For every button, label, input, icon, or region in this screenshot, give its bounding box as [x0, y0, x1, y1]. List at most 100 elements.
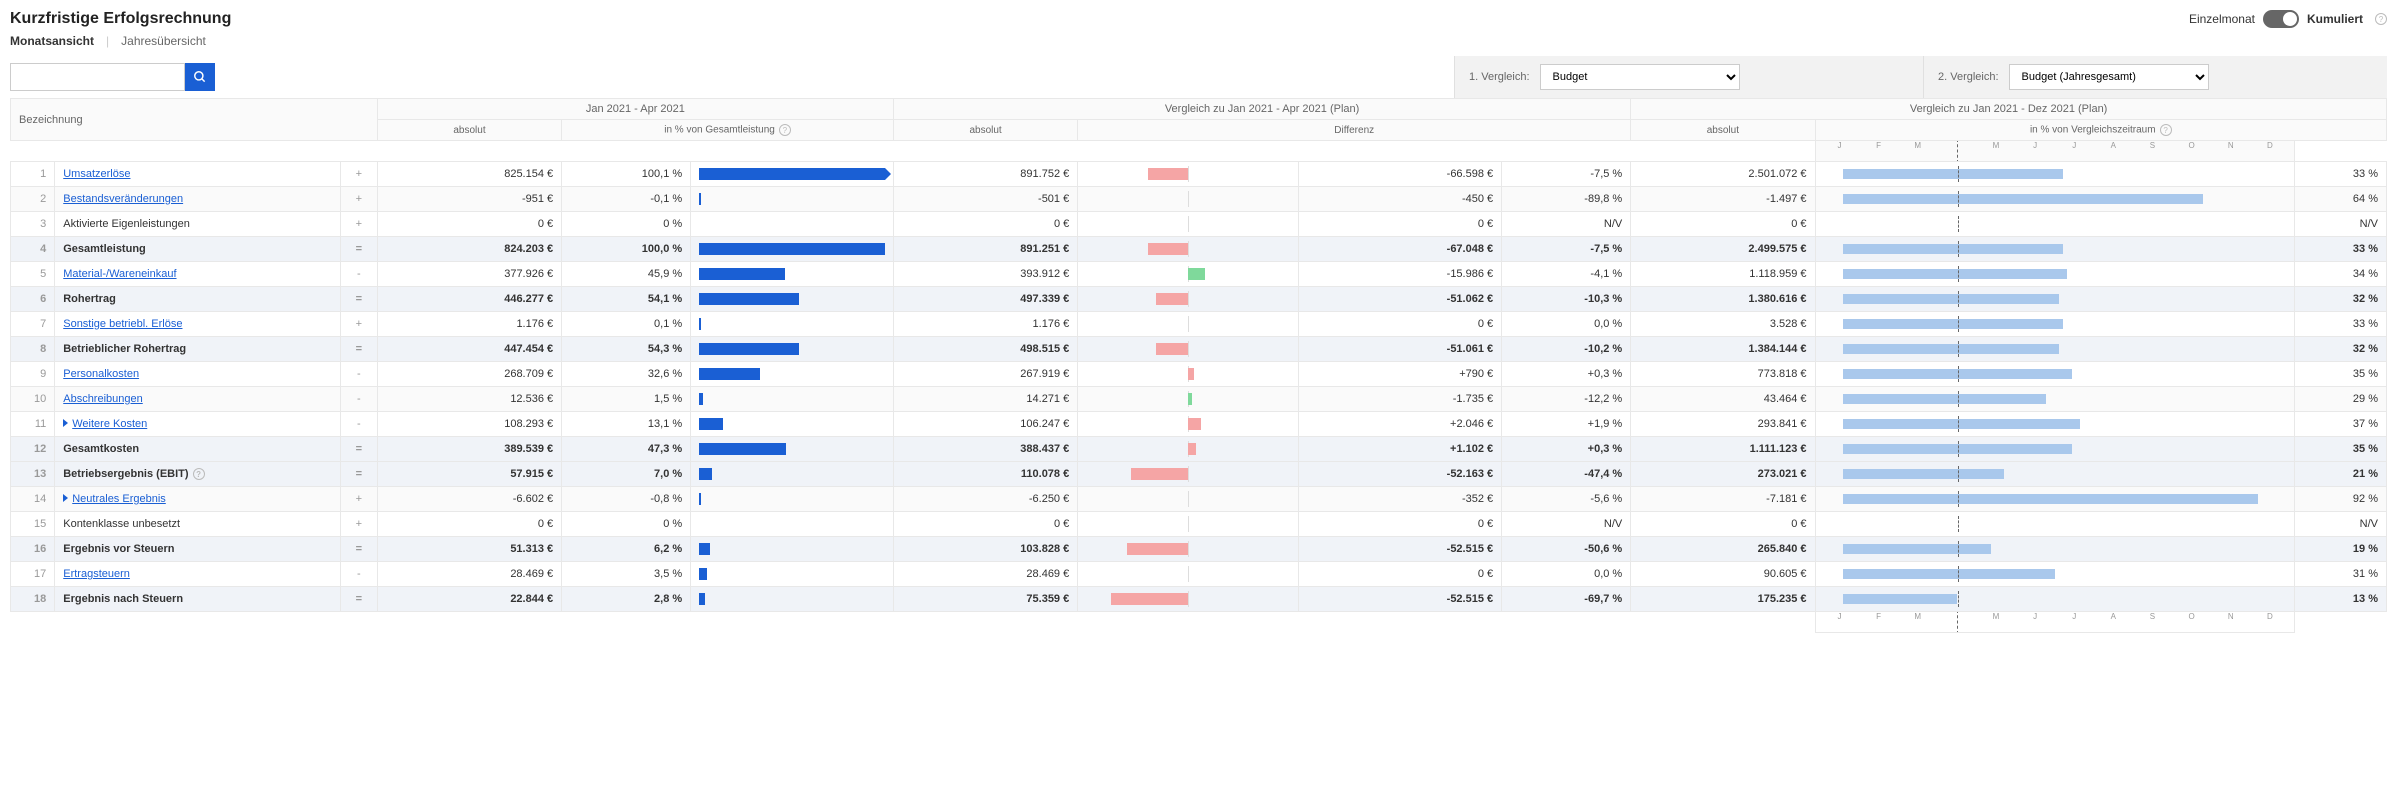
expand-icon[interactable]: [63, 419, 68, 427]
pct-value: 45,9 %: [562, 262, 691, 287]
diff-bar: [1078, 237, 1299, 262]
table-row: 1Umsatzerlöse+825.154 €100,1 %891.752 €-…: [11, 162, 2387, 187]
results-table: Bezeichnung Jan 2021 - Apr 2021 Vergleic…: [10, 98, 2387, 633]
row-name: Aktivierte Eigenleistungen: [55, 212, 341, 237]
search-group: [10, 63, 215, 91]
cmp1-absolute: 1.176 €: [893, 312, 1077, 337]
diff-pct: -47,4 %: [1502, 462, 1631, 487]
cmp1-absolute: 110.078 €: [893, 462, 1077, 487]
th-bezeichnung: Bezeichnung: [11, 99, 378, 141]
diff-pct: N/V: [1502, 512, 1631, 537]
pct-value: 0 %: [562, 512, 691, 537]
diff-value: -52.163 €: [1299, 462, 1502, 487]
tab-monatsansicht[interactable]: Monatsansicht: [10, 34, 94, 48]
timeline-pct: N/V: [2294, 512, 2386, 537]
row-number: 11: [11, 412, 55, 437]
diff-value: +2.046 €: [1299, 412, 1502, 437]
row-number: 12: [11, 437, 55, 462]
th-pct-zeit: in % von Vergleichszeitraum?: [1815, 120, 2386, 141]
cmp2-absolute: 43.464 €: [1631, 387, 1815, 412]
pct-bar: [691, 262, 894, 287]
timeline-pct: 37 %: [2294, 412, 2386, 437]
row-name[interactable]: Neutrales Ergebnis: [55, 487, 341, 512]
table-row: 14Neutrales Ergebnis+-6.602 €-0,8 %-6.25…: [11, 487, 2387, 512]
absolute-value: 57.915 €: [377, 462, 561, 487]
absolute-value: 824.203 €: [377, 237, 561, 262]
diff-pct: +0,3 %: [1502, 437, 1631, 462]
timeline-bar: [1815, 537, 2294, 562]
timeline-bar: [1815, 487, 2294, 512]
row-name[interactable]: Ertragsteuern: [55, 562, 341, 587]
timeline-pct: 92 %: [2294, 487, 2386, 512]
timeline-bar: [1815, 212, 2294, 237]
row-name: Betriebsergebnis (EBIT)?: [55, 462, 341, 487]
table-row: 17Ertragsteuern-28.469 €3,5 %28.469 €0 €…: [11, 562, 2387, 587]
diff-value: -51.062 €: [1299, 287, 1502, 312]
pct-bar: [691, 337, 894, 362]
toggle-label-kumuliert: Kumuliert: [2307, 12, 2363, 26]
timeline-bar: [1815, 237, 2294, 262]
info-icon[interactable]: ?: [193, 468, 205, 480]
row-name[interactable]: Personalkosten: [55, 362, 341, 387]
table-row: 6Rohertrag=446.277 €54,1 %497.339 €-51.0…: [11, 287, 2387, 312]
diff-value: -52.515 €: [1299, 587, 1502, 612]
diff-bar: [1078, 287, 1299, 312]
tab-jahresuebersicht[interactable]: Jahresübersicht: [121, 34, 206, 48]
row-number: 9: [11, 362, 55, 387]
pct-value: 0,1 %: [562, 312, 691, 337]
cmp2-absolute: -7.181 €: [1631, 487, 1815, 512]
table-row: 18Ergebnis nach Steuern=22.844 €2,8 %75.…: [11, 587, 2387, 612]
row-number: 16: [11, 537, 55, 562]
pct-bar: [691, 437, 894, 462]
row-name[interactable]: Material-/Wareneinkauf: [55, 262, 341, 287]
row-name: Ergebnis vor Steuern: [55, 537, 341, 562]
pct-bar: [691, 162, 894, 187]
row-number: 8: [11, 337, 55, 362]
search-input[interactable]: [10, 63, 185, 91]
expand-icon[interactable]: [63, 494, 68, 502]
operator: =: [340, 287, 377, 312]
cmp2-absolute: 3.528 €: [1631, 312, 1815, 337]
timeline-pct: 33 %: [2294, 237, 2386, 262]
cmp1-absolute: 498.515 €: [893, 337, 1077, 362]
diff-pct: N/V: [1502, 212, 1631, 237]
timeline-pct: 29 %: [2294, 387, 2386, 412]
cumulation-toggle[interactable]: [2263, 10, 2299, 28]
cmp1-select[interactable]: Budget: [1540, 64, 1740, 90]
cmp2-absolute: -1.497 €: [1631, 187, 1815, 212]
diff-bar: [1078, 512, 1299, 537]
row-name: Betrieblicher Rohertrag: [55, 337, 341, 362]
timeline-header: JFMAPRMJJASOND: [1816, 141, 2294, 161]
cmp2-absolute: 1.118.959 €: [1631, 262, 1815, 287]
diff-value: +790 €: [1299, 362, 1502, 387]
pct-value: -0,1 %: [562, 187, 691, 212]
timeline-footer: JFMAPRMJJASOND: [1816, 612, 2294, 632]
th-pct-gesamt: in % von Gesamtleistung?: [562, 120, 894, 141]
table-row: 5Material-/Wareneinkauf-377.926 €45,9 %3…: [11, 262, 2387, 287]
row-number: 10: [11, 387, 55, 412]
row-name[interactable]: Weitere Kosten: [55, 412, 341, 437]
table-row: 2Bestandsveränderungen+-951 €-0,1 %-501 …: [11, 187, 2387, 212]
row-number: 15: [11, 512, 55, 537]
cmp2-select[interactable]: Budget (Jahresgesamt): [2009, 64, 2209, 90]
cmp2-absolute: 1.380.616 €: [1631, 287, 1815, 312]
diff-pct: -50,6 %: [1502, 537, 1631, 562]
timeline-bar: [1815, 437, 2294, 462]
info-icon[interactable]: ?: [2375, 13, 2387, 25]
comparison-2: 2. Vergleich: Budget (Jahresgesamt): [1923, 56, 2387, 98]
absolute-value: -6.602 €: [377, 487, 561, 512]
cmp2-absolute: 0 €: [1631, 512, 1815, 537]
diff-bar: [1078, 362, 1299, 387]
operator: +: [340, 312, 377, 337]
absolute-value: 377.926 €: [377, 262, 561, 287]
search-button[interactable]: [185, 63, 215, 91]
row-name[interactable]: Umsatzerlöse: [55, 162, 341, 187]
timeline-bar: [1815, 262, 2294, 287]
diff-value: -51.061 €: [1299, 337, 1502, 362]
row-name[interactable]: Bestandsveränderungen: [55, 187, 341, 212]
row-name[interactable]: Sonstige betriebl. Erlöse: [55, 312, 341, 337]
operator: +: [340, 212, 377, 237]
diff-bar: [1078, 562, 1299, 587]
row-name[interactable]: Abschreibungen: [55, 387, 341, 412]
timeline-pct: 34 %: [2294, 262, 2386, 287]
